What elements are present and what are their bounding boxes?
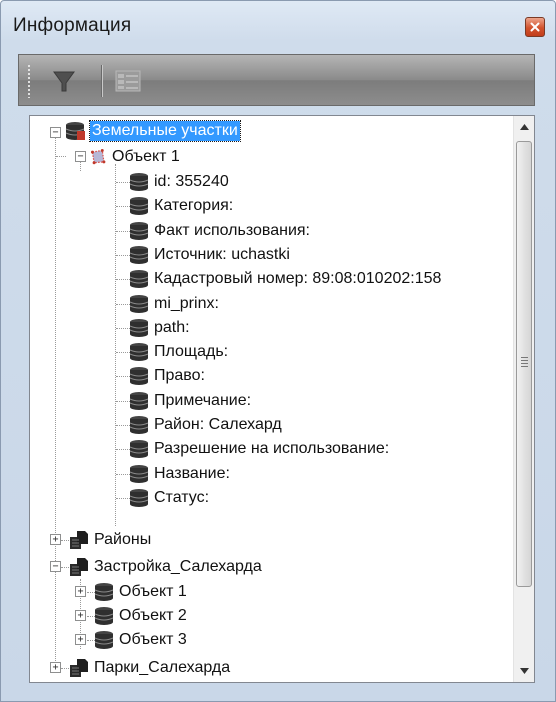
tree-node-label: Район: Салехард [154,415,282,433]
database-icon [94,606,114,625]
database-icon [129,464,149,483]
polygon-object-icon [90,148,106,164]
tree-node-label: Объект 1 [119,582,187,600]
tree-connector [115,164,116,526]
tree-node-label: Застройка_Салехарда [94,557,262,575]
tree-node-label: Объект 2 [119,606,187,624]
tree-node-label: Объект 3 [119,630,187,648]
database-icon [129,391,149,410]
document-database-icon [70,530,88,549]
scroll-down-button[interactable] [514,660,534,682]
expand-toggle[interactable]: + [50,662,61,673]
info-tree-panel[interactable]: − Земельные участки − Объект 1 id: 35524… [29,115,535,683]
tree-connector [55,138,56,673]
database-icon [129,269,149,288]
tree-node-object[interactable]: Объект 2 [93,604,187,627]
tree-node-field[interactable]: path: [128,316,190,339]
tree-node-layer[interactable]: Земельные участки [64,119,241,142]
tree-node-object[interactable]: Объект 3 [93,628,187,651]
expand-toggle[interactable]: + [75,634,86,645]
document-database-icon [70,658,88,677]
tree-node-label: Примечание: [154,391,252,409]
scroll-grip-icon [521,357,528,367]
database-icon [129,245,149,264]
document-database-icon [70,557,88,576]
database-icon [129,366,149,385]
tree-node-field[interactable]: Источник: uchastki [128,243,290,266]
tree-node-label: id: 355240 [154,172,229,190]
tree-node-field[interactable]: id: 355240 [128,170,229,193]
tree-node-field[interactable]: Статус: [128,486,209,509]
arrow-down-icon [520,668,529,674]
tree-node-label: Земельные участки [89,119,241,142]
tree-node-label: Источник: uchastki [154,245,290,263]
toolbar-separator [101,65,103,97]
tree-connector [56,156,66,157]
database-icon [129,172,149,191]
tree-node-field[interactable]: Кадастровый номер: 89:08:010202:158 [128,267,441,290]
database-layer-icon [65,121,85,140]
tree-node-field[interactable]: Право: [128,364,205,387]
tree-node-label: Факт использования: [154,221,310,239]
vertical-scrollbar[interactable] [513,116,534,682]
tree-node-layer[interactable]: Районы [68,528,151,551]
funnel-icon [53,71,75,92]
close-button[interactable] [525,17,545,37]
filter-button[interactable] [47,64,81,98]
tree-node-label: mi_prinx: [154,294,219,312]
tree-node-label: Категория: [154,196,234,214]
database-icon [94,630,114,649]
database-icon [129,196,149,215]
tree-node-label: Право: [154,366,205,384]
info-tree[interactable]: − Земельные участки − Объект 1 id: 35524… [30,116,514,682]
database-icon [129,342,149,361]
tree-node-layer[interactable]: Застройка_Салехарда [68,555,262,578]
tree-node-label: Парки_Салехарда [94,658,231,676]
tree-node-label: Районы [94,530,152,548]
tree-node-field[interactable]: Примечание: [128,389,251,412]
database-icon [129,221,149,240]
tree-node-label: Статус: [154,488,210,506]
tree-node-label: Разрешение на использование: [154,439,390,457]
attributes-button[interactable] [111,64,145,98]
tree-node-label: path: [154,318,190,336]
scroll-thumb[interactable] [516,141,532,587]
collapse-toggle[interactable]: − [75,151,86,162]
title-bar[interactable]: Информация [1,1,555,47]
toolbar [18,54,535,106]
database-icon [129,415,149,434]
tree-node-field[interactable]: Разрешение на использование: [128,437,389,460]
tree-node-field[interactable]: Площадь: [128,340,228,363]
database-icon [129,294,149,313]
close-icon [530,22,540,32]
tree-node-field[interactable]: mi_prinx: [128,292,219,315]
info-window: Информация − Земельные участки − Объект … [0,0,556,702]
scroll-up-button[interactable] [514,116,534,138]
arrow-up-icon [520,124,529,130]
attribute-table-icon [115,70,141,92]
database-icon [94,582,114,601]
tree-node-layer[interactable]: Парки_Салехарда [68,656,230,679]
tree-node-label: Площадь: [154,342,229,360]
tree-node-object[interactable]: Объект 1 [90,145,180,168]
expand-toggle[interactable]: + [50,534,61,545]
tree-node-field[interactable]: Название: [128,462,230,485]
tree-node-field[interactable]: Район: Салехард [128,413,282,436]
database-icon [129,439,149,458]
collapse-toggle[interactable]: − [50,127,61,138]
tree-node-field[interactable]: Категория: [128,194,233,217]
expand-toggle[interactable]: + [75,586,86,597]
tree-node-field[interactable]: Факт использования: [128,219,310,242]
database-icon [129,318,149,337]
tree-node-label: Название: [154,464,230,482]
tree-node-object[interactable]: Объект 1 [93,580,187,603]
collapse-toggle[interactable]: − [50,561,61,572]
toolbar-grip[interactable] [27,64,31,98]
tree-node-label: Объект 1 [112,147,180,165]
expand-toggle[interactable]: + [75,610,86,621]
database-icon [129,488,149,507]
tree-node-label: Кадастровый номер: 89:08:010202:158 [154,269,442,287]
window-title: Информация [13,15,132,36]
